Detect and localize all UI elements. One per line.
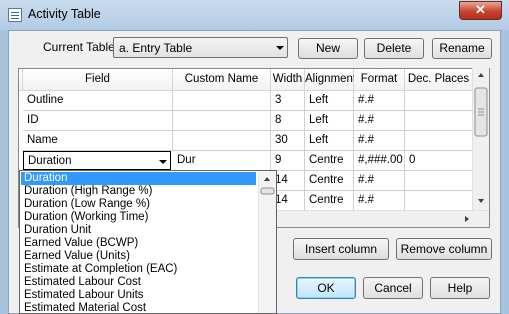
dropdown-option[interactable]: Duration (High Range %) xyxy=(21,185,256,198)
close-button[interactable]: ✕ xyxy=(459,1,502,20)
column-header-width[interactable]: Width xyxy=(271,69,305,91)
insert-column-button[interactable]: Insert column xyxy=(293,238,389,260)
cell-format[interactable]: #.# xyxy=(354,131,405,151)
cell-dec-places[interactable] xyxy=(405,171,473,191)
dropdown-option[interactable]: Estimated Material Cost xyxy=(21,302,256,313)
column-header-dec-places[interactable]: Dec. Places xyxy=(405,69,473,91)
field-combo-value: Duration xyxy=(28,155,72,167)
cell-custom-name[interactable] xyxy=(173,111,271,131)
cell-width[interactable]: 8 xyxy=(271,111,305,131)
cell-alignment[interactable]: Centre xyxy=(305,151,354,171)
dropdown-option[interactable]: Duration (Working Time) xyxy=(21,211,256,224)
dropdown-scrollbar[interactable] xyxy=(258,171,276,313)
cell-format[interactable]: #.# xyxy=(354,91,405,111)
cell-dec-places[interactable] xyxy=(405,131,473,151)
vertical-scrollbar-graphics xyxy=(474,73,488,203)
cell-format[interactable]: #,###.00 xyxy=(354,151,405,171)
dropdown-option[interactable]: Duration (Low Range %) xyxy=(21,198,256,211)
cell-alignment[interactable]: Centre xyxy=(305,171,354,191)
cancel-button[interactable]: Cancel xyxy=(363,277,423,299)
current-table-value: a. Entry Table xyxy=(119,41,193,55)
column-header-field[interactable]: Field xyxy=(23,69,173,91)
dropdown-option[interactable]: Duration Unit xyxy=(21,224,256,237)
dropdown-option[interactable]: Estimated Labour Units xyxy=(21,289,256,302)
cell-field[interactable]: Outline xyxy=(23,91,173,111)
delete-button[interactable]: Delete xyxy=(364,38,424,59)
cell-dec-places[interactable] xyxy=(405,111,473,131)
activity-table-dialog: Activity Table ✕ Current Table a. Entry … xyxy=(0,0,509,314)
cell-format[interactable]: #.# xyxy=(354,171,405,191)
remove-column-button[interactable]: Remove column xyxy=(396,238,492,260)
cell-custom-name[interactable]: Dur xyxy=(173,151,271,171)
cell-alignment[interactable]: Left xyxy=(305,131,354,151)
grid-vertical-scrollbar[interactable] xyxy=(472,68,489,210)
field-dropdown-list[interactable]: Duration Duration (High Range %) Duratio… xyxy=(19,170,277,314)
chevron-down-icon[interactable] xyxy=(159,160,167,164)
cell-alignment[interactable]: Left xyxy=(305,111,354,131)
current-table-select[interactable]: a. Entry Table xyxy=(113,37,288,58)
dropdown-option[interactable]: Estimated Labour Cost xyxy=(21,276,256,289)
ok-button[interactable]: OK xyxy=(296,277,356,299)
cell-width[interactable]: 30 xyxy=(271,131,305,151)
cell-dec-places[interactable]: 0 xyxy=(405,151,473,171)
cell-custom-name[interactable] xyxy=(173,91,271,111)
cell-field[interactable]: Name xyxy=(23,131,173,151)
cell-dec-places[interactable] xyxy=(405,191,473,211)
column-header-alignment[interactable]: Alignment xyxy=(305,69,356,91)
dropdown-option[interactable]: Earned Value (Units) xyxy=(21,250,256,263)
cell-field[interactable]: ID xyxy=(23,111,173,131)
dropdown-option[interactable]: Estimate at Completion (EAC) xyxy=(21,263,256,276)
rename-button[interactable]: Rename xyxy=(432,38,492,59)
dropdown-option-selected[interactable]: Duration xyxy=(21,172,256,185)
help-button[interactable]: Help xyxy=(430,277,490,299)
cell-custom-name[interactable] xyxy=(173,131,271,151)
dropdown-scrollbar-graphics xyxy=(260,177,275,195)
cell-width[interactable]: 3 xyxy=(271,91,305,111)
cell-format[interactable]: #.# xyxy=(354,191,405,211)
title-bar[interactable]: Activity Table ✕ xyxy=(0,0,509,30)
cell-alignment[interactable]: Left xyxy=(305,91,354,111)
column-header-custom-name[interactable]: Custom Name xyxy=(173,69,271,91)
field-combo[interactable]: Duration xyxy=(23,151,171,170)
cell-format[interactable]: #.# xyxy=(354,111,405,131)
chevron-down-icon xyxy=(276,46,284,50)
new-button[interactable]: New xyxy=(298,38,358,59)
cell-dec-places[interactable] xyxy=(405,91,473,111)
cell-width[interactable]: 9 xyxy=(271,151,305,171)
column-header-format[interactable]: Format xyxy=(354,69,405,91)
dropdown-option[interactable]: Earned Value (BCWP) xyxy=(21,237,256,250)
table-app-icon xyxy=(8,8,22,22)
window-title: Activity Table xyxy=(28,7,101,21)
cell-alignment[interactable]: Centre xyxy=(305,191,354,211)
current-table-label: Current Table xyxy=(43,40,115,54)
